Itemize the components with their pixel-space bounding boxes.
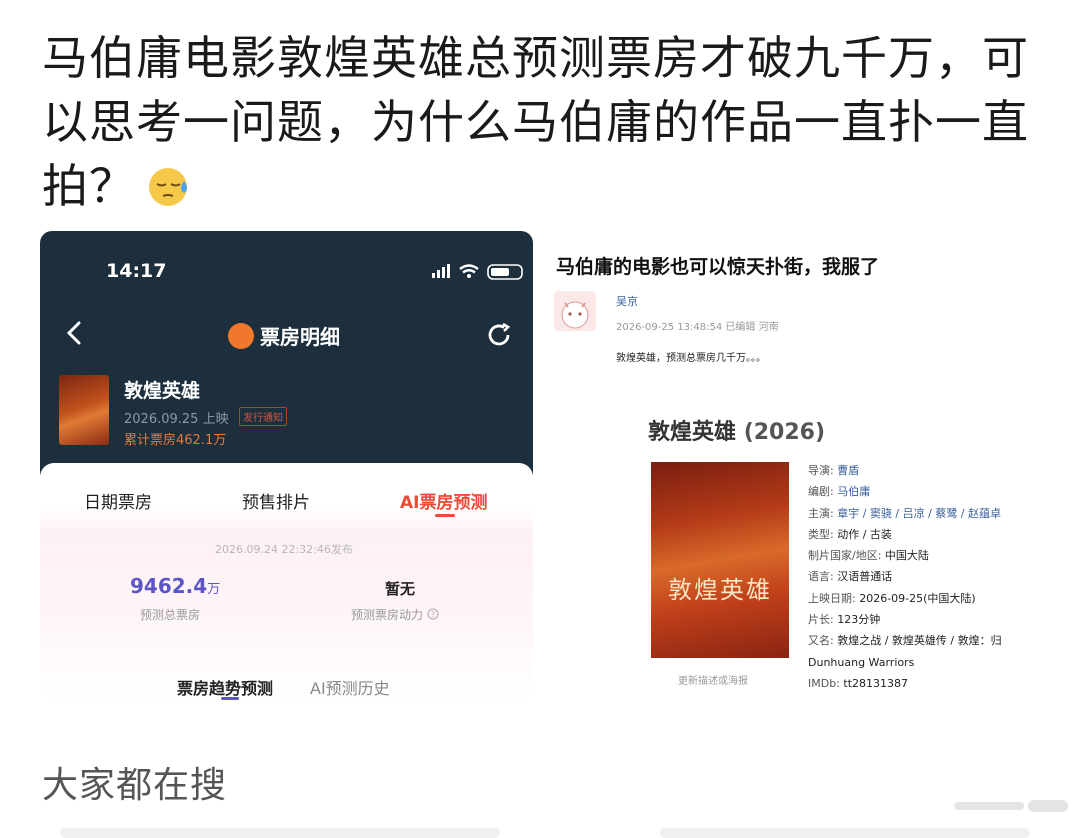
predicted-total-value: 9462.4万 [130, 574, 221, 598]
app-header: 14:17 票房明细 敦煌英雄 2026.09.25 上映 发行通知 累计票房4… [40, 231, 533, 486]
watermark-icon [954, 800, 1068, 812]
username-link[interactable]: 吴京 [616, 293, 638, 309]
status-time: 14:17 [106, 260, 167, 282]
app-logo-icon [228, 322, 254, 349]
cast-links[interactable]: 章宇 / 窦骁 / 吕凉 / 蔡鹭 / 赵蕴卓 [837, 507, 1001, 520]
poster-title: 敦煌英雄 [668, 576, 772, 604]
subtab-trend-prediction[interactable]: 票房趋势预测 [177, 675, 273, 699]
movie-release-date: 2026.09.25 上映 [124, 412, 229, 427]
status-icons [432, 264, 523, 280]
english-title: Dunhuang Warriors [808, 655, 915, 669]
nav-title: 票房明细 [228, 321, 340, 350]
release-notice-badge: 发行通知 [239, 407, 287, 426]
refresh-icon[interactable] [486, 321, 514, 349]
writer-link[interactable]: 马伯庸 [837, 485, 870, 498]
tab-daily-box-office[interactable]: 日期票房 [84, 488, 152, 513]
back-arrow-icon[interactable] [64, 319, 84, 347]
movie-info: 导演: 曹盾 编剧: 马伯庸 主演: 章宇 / 窦骁 / 吕凉 / 蔡鹭 / 赵… [808, 460, 1048, 694]
avatar-face-icon [561, 301, 589, 329]
post-text: 马伯庸电影敦煌英雄总预测票房才破九千万，可以思考一问题，为什么马伯庸的作品一直扑… [42, 26, 1052, 218]
tab-ai-prediction[interactable]: AI票房预测 [400, 488, 487, 513]
sweat-emoji-icon [149, 167, 187, 206]
help-circle-icon[interactable]: ? [427, 608, 439, 620]
subtab-indicator [221, 697, 239, 700]
tab-presale-schedule[interactable]: 预售排片 [242, 488, 310, 513]
movie-poster-thumbnail [59, 375, 109, 445]
movie-title: 敦煌英雄 [124, 380, 201, 402]
search-suggestion-pill[interactable] [60, 828, 500, 838]
published-time: 2026.09.24 22:32:46发布 [215, 543, 353, 556]
cumulative-box-office: 累计票房462.1万 [124, 433, 227, 448]
active-tab-indicator [435, 514, 455, 517]
power-value: 暂无 [385, 580, 416, 598]
movie-heading: 敦煌英雄 (2026) [648, 420, 826, 445]
nav-title-text: 票房明细 [260, 325, 340, 349]
search-suggestion-pill[interactable] [660, 828, 1030, 838]
box-office-app-screenshot: 14:17 票房明细 敦煌英雄 2026.09.25 上映 发行通知 累计票房4… [40, 231, 533, 701]
director-link[interactable]: 曹盾 [837, 464, 859, 477]
post-content: 敦煌英雄，预测总票房几千万。。。 [616, 353, 766, 364]
subtab-ai-history[interactable]: AI预测历史 [310, 675, 390, 699]
post-meta: 2026-09-25 13:48:54 已编辑 河南 [616, 322, 779, 333]
trending-search-heading: 大家都在搜 [42, 765, 228, 806]
svg-text:?: ? [431, 610, 435, 619]
update-poster-link[interactable]: 更新描述或海报 [678, 672, 748, 687]
right-heading: 马伯庸的电影也可以惊天扑街，我服了 [556, 256, 880, 278]
movie-poster[interactable]: 敦煌英雄 [651, 462, 789, 658]
power-label: 预测票房动力 ? [351, 606, 439, 623]
avatar[interactable] [554, 291, 596, 331]
predicted-total-label: 预测总票房 [140, 608, 201, 622]
